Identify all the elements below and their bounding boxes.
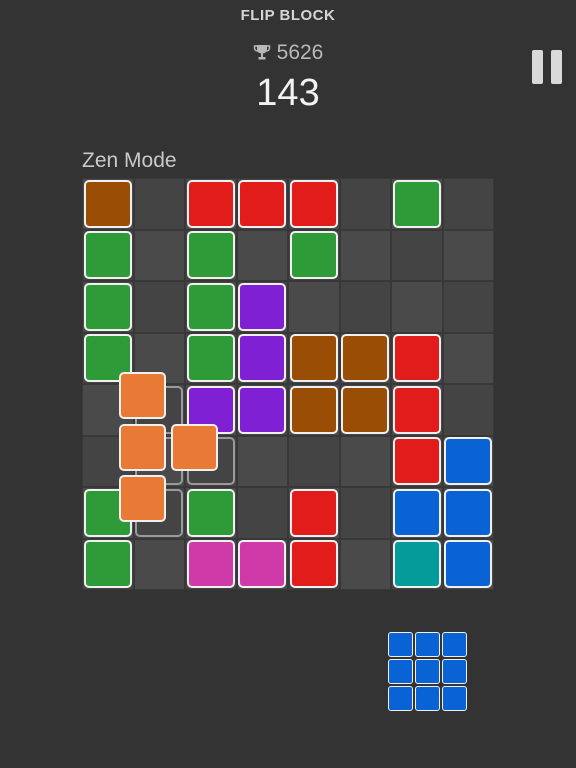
board-cell[interactable] [442,281,494,333]
pause-icon-bar [551,50,562,84]
block-tile-magenta [238,540,287,589]
pause-button[interactable] [530,50,566,84]
block-tile-blue [444,540,493,589]
block-tile-green [392,179,441,228]
active-piece-tile [119,475,166,522]
best-score-value: 5626 [276,41,324,64]
block-tile-green [186,334,235,383]
active-piece-tile [170,423,218,471]
board-cell[interactable] [133,281,185,333]
next-piece-tile [442,659,467,684]
board-cell[interactable] [339,178,391,230]
next-piece-tile [388,659,413,684]
board-cell[interactable] [133,229,185,281]
board-cell[interactable] [442,332,494,384]
board-cell[interactable] [133,178,185,230]
block-tile-green [186,488,235,537]
block-tile-blue [444,437,493,486]
block-tile-brown [289,385,338,434]
active-piece-tile [119,372,166,419]
next-piece-tile [415,659,440,684]
next-piece-tile [388,686,413,711]
board-cell[interactable] [236,435,288,487]
block-tile-red [289,488,338,537]
board-cell[interactable] [288,435,340,487]
next-piece-tile [442,632,467,657]
game-board[interactable] [82,178,494,590]
block-tile-brown [341,334,390,383]
mode-label: Zen Mode [82,149,177,172]
block-tile-green [186,282,235,331]
next-piece-tray[interactable] [387,631,468,712]
block-tile-green [83,282,132,331]
board-cell[interactable] [236,229,288,281]
block-tile-brown [341,385,390,434]
board-cell[interactable] [288,281,340,333]
board-cell[interactable] [391,281,443,333]
next-piece-tile [415,632,440,657]
pause-icon [532,50,543,84]
board-cell[interactable] [339,487,391,539]
block-tile-blue [392,488,441,537]
board-cell[interactable] [391,229,443,281]
block-tile-purple [238,282,287,331]
block-tile-green [83,540,132,589]
block-tile-red [392,437,441,486]
block-tile-magenta [186,540,235,589]
block-tile-purple [238,334,287,383]
block-tile-red [238,179,287,228]
board-cell[interactable] [339,435,391,487]
active-piece-tile [119,423,166,471]
board-cell[interactable] [442,178,494,230]
board-cell[interactable] [133,538,185,590]
board-cell[interactable] [236,487,288,539]
block-tile-green [289,231,338,280]
board-cell[interactable] [339,538,391,590]
block-tile-purple [238,385,287,434]
trophy-icon [253,43,271,67]
block-tile-red [392,385,441,434]
board-cell[interactable] [442,384,494,436]
best-score: 5626 [0,41,576,67]
game-title: FLIP BLOCK [240,7,336,24]
next-piece-tile [442,686,467,711]
block-tile-brown [83,179,132,228]
board-cell[interactable] [339,281,391,333]
block-tile-green [83,231,132,280]
next-piece-tile [415,686,440,711]
block-tile-red [289,540,338,589]
current-score: 143 [256,72,320,114]
next-piece-tile [388,632,413,657]
block-tile-blue [444,488,493,537]
block-tile-red [186,179,235,228]
block-tile-red [392,334,441,383]
board-cell[interactable] [339,229,391,281]
block-tile-brown [289,334,338,383]
board-cell[interactable] [442,229,494,281]
block-tile-red [289,179,338,228]
block-tile-teal [392,540,441,589]
block-tile-green [186,231,235,280]
